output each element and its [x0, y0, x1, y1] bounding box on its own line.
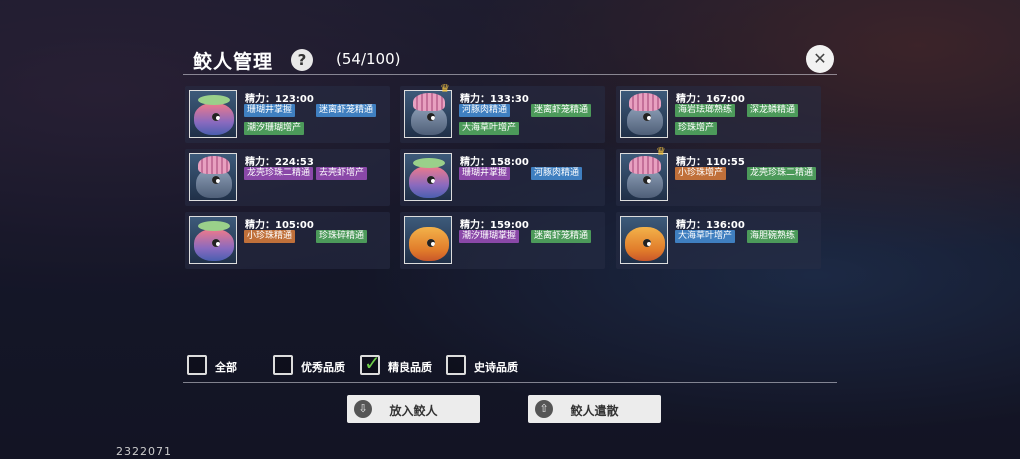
- button-label: 鲛人遣散: [570, 404, 619, 418]
- filter-label: 全部: [215, 361, 237, 374]
- mermaid-card[interactable]: 精力：123:00 珊瑚井掌握 迷离虾笼精通 潮汐珊瑚增产: [185, 86, 390, 143]
- mermaid-avatar[interactable]: [404, 216, 452, 264]
- mermaid-avatar[interactable]: [404, 153, 452, 201]
- energy-label: 精力：110:55: [676, 157, 745, 168]
- skill-tag: 龙壳珍珠二精通: [747, 167, 817, 180]
- filter-label: 精良品质: [388, 361, 432, 374]
- skill-tag: 迷离虾笼精通: [531, 104, 592, 117]
- skill-tag: 潮汐珊瑚增产: [244, 122, 305, 135]
- skill-tag: 深龙鳞精通: [747, 104, 799, 117]
- footer-divider: [183, 382, 837, 383]
- checkbox[interactable]: [187, 355, 207, 375]
- skill-tag: 河豚肉精通: [531, 167, 583, 180]
- skill-tag: 小珍珠增产: [675, 167, 727, 180]
- energy-label: 精力：123:00: [245, 94, 314, 105]
- skill-tag: 海岩珐瑯熟练: [675, 104, 736, 117]
- skill-tag: 珊瑚井掌握: [244, 104, 296, 117]
- checkbox[interactable]: ✓: [360, 351, 381, 375]
- checkbox[interactable]: [273, 355, 293, 375]
- energy-label: 精力：136:00: [676, 220, 745, 231]
- skill-tag: 河豚肉精通: [459, 104, 511, 117]
- mermaid-card[interactable]: ♛ 精力：110:55 小珍珠增产 龙壳珍珠二精通: [616, 145, 821, 206]
- skill-tag: 大海草叶增产: [675, 230, 736, 243]
- help-icon[interactable]: ?: [291, 49, 313, 71]
- mermaid-card[interactable]: 精力：159:00 潮汐珊瑚掌握 迷离虾笼精通: [400, 212, 605, 269]
- skill-tag: 迷离虾笼精通: [316, 104, 377, 117]
- skill-tag: 大海草叶增产: [459, 122, 520, 135]
- mermaid-card[interactable]: 精力：105:00 小珍珠精通 珍珠碎精通: [185, 212, 390, 269]
- energy-label: 精力：159:00: [460, 220, 529, 231]
- energy-label: 精力：158:00: [460, 157, 529, 168]
- skill-tag: 龙壳珍珠二精通: [244, 167, 314, 180]
- filter-label: 史诗品质: [474, 361, 518, 374]
- mermaid-avatar[interactable]: [620, 90, 668, 138]
- skill-tag: 珍珠碎精通: [316, 230, 368, 243]
- energy-label: 精力：167:00: [676, 94, 745, 105]
- checkbox[interactable]: [446, 355, 466, 375]
- player-uid: 2322071: [116, 445, 172, 458]
- crown-icon: ♛: [440, 82, 450, 95]
- crown-icon: ♛: [656, 145, 666, 158]
- put-in-mermaid-button[interactable]: ⇩ 放入鲛人: [347, 395, 480, 423]
- close-icon[interactable]: ✕: [806, 45, 834, 73]
- skill-tag: 珊瑚井掌握: [459, 167, 511, 180]
- mermaid-avatar[interactable]: [620, 153, 668, 201]
- capacity-count: (54/100): [336, 50, 401, 68]
- energy-label: 精力：105:00: [245, 220, 314, 231]
- energy-label: 精力：133:30: [460, 94, 529, 105]
- mermaid-card[interactable]: 精力：136:00 大海草叶增产 海胆碗熟练: [616, 212, 821, 269]
- mermaid-avatar[interactable]: [189, 216, 237, 264]
- header-divider: [183, 74, 837, 75]
- button-label: 放入鲛人: [389, 404, 438, 418]
- check-icon: ✓: [364, 351, 381, 375]
- mermaid-avatar[interactable]: [620, 216, 668, 264]
- dismiss-mermaid-button[interactable]: ⇧ 鲛人遣散: [528, 395, 661, 423]
- skill-tag: 珍珠增产: [675, 122, 718, 135]
- skill-tag: 小珍珠精通: [244, 230, 296, 243]
- mermaid-avatar[interactable]: [189, 90, 237, 138]
- skill-tag: 迷离虾笼精通: [531, 230, 592, 243]
- skill-tag: 海胆碗熟练: [747, 230, 799, 243]
- skill-tag: 去壳虾增产: [316, 167, 368, 180]
- mermaid-card[interactable]: 精力：167:00 海岩珐瑯熟练 深龙鳞精通珍珠增产: [616, 86, 821, 143]
- mermaid-card[interactable]: 精力：158:00 珊瑚井掌握 河豚肉精通: [400, 149, 605, 206]
- filter-label: 优秀品质: [301, 361, 345, 374]
- energy-label: 精力：224:53: [245, 157, 314, 168]
- skill-tag: 潮汐珊瑚掌握: [459, 230, 520, 243]
- mermaid-card[interactable]: 精力：224:53 龙壳珍珠二精通 去壳虾增产: [185, 149, 390, 206]
- mermaid-avatar[interactable]: [404, 90, 452, 138]
- mermaid-avatar[interactable]: [189, 153, 237, 201]
- mermaid-card[interactable]: ♛ 精力：133:30 河豚肉精通 迷离虾笼精通 大海草叶增产: [400, 82, 605, 143]
- page-title: 鲛人管理: [193, 51, 274, 73]
